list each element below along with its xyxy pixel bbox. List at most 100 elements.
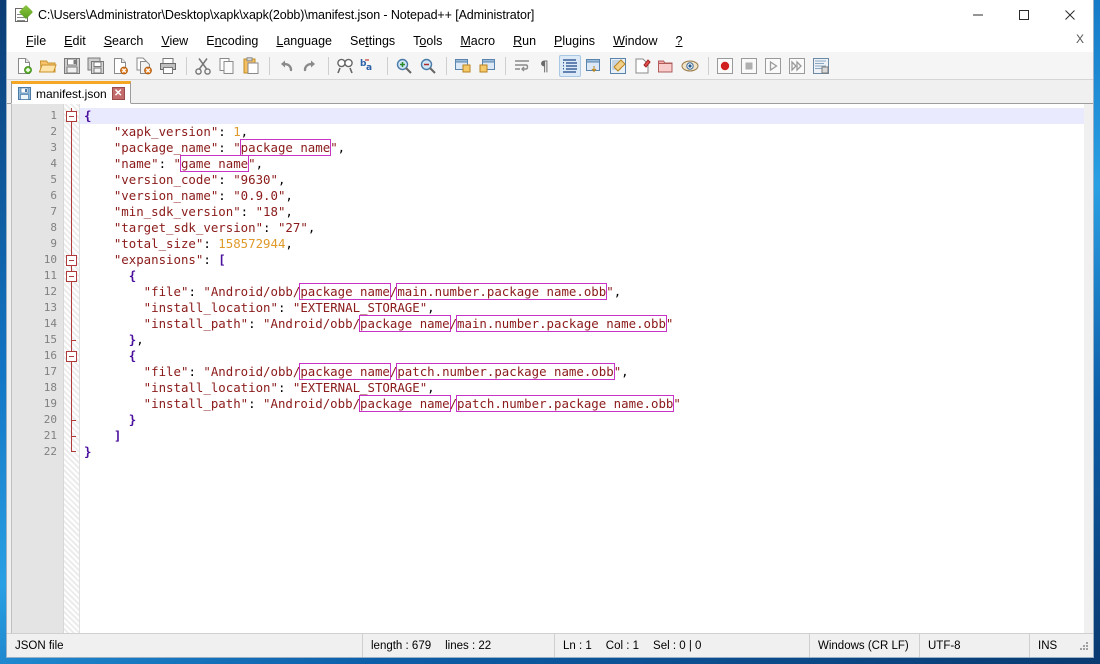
fold-marker-row[interactable] — [64, 348, 79, 364]
code-line[interactable]: } — [80, 444, 1088, 460]
code-line[interactable]: }, — [80, 332, 1088, 348]
close-document-button[interactable]: X — [1076, 32, 1084, 46]
resize-grip[interactable] — [1078, 640, 1090, 652]
toolbar-undo-icon[interactable] — [275, 55, 297, 77]
menu-search[interactable]: Search — [95, 32, 153, 50]
menu-language[interactable]: Language — [267, 32, 341, 50]
toolbar-paste-icon[interactable] — [240, 55, 262, 77]
code-line[interactable]: } — [80, 412, 1088, 428]
code-line[interactable]: { — [80, 348, 1088, 364]
menu-file[interactable]: File — [17, 32, 55, 50]
toolbar-word-wrap-icon[interactable] — [511, 55, 533, 77]
code-line[interactable]: "expansions": [ — [80, 252, 1088, 268]
status-eol-format[interactable]: Windows (CR LF) — [810, 634, 920, 658]
toolbar-ui-user-defined-dialog-icon[interactable] — [583, 55, 605, 77]
code-line[interactable]: { — [80, 268, 1088, 284]
toolbar-show-all-characters-icon[interactable]: ¶ — [535, 55, 557, 77]
code-token: : — [159, 156, 174, 171]
toolbar-record-macro-icon[interactable] — [714, 55, 736, 77]
highlighted-token: package name — [240, 139, 332, 156]
toolbar-copy-icon[interactable] — [216, 55, 238, 77]
code-token — [84, 428, 114, 443]
fold-marker-row[interactable] — [64, 252, 79, 268]
line-number: 11 — [12, 268, 63, 284]
close-button[interactable] — [1047, 0, 1093, 30]
tab-label: manifest.json — [36, 87, 107, 101]
code-line[interactable]: "min_sdk_version": "18", — [80, 204, 1088, 220]
vertical-scrollbar[interactable] — [1084, 104, 1088, 633]
toolbar-playback-icon[interactable] — [762, 55, 784, 77]
code-token: "0.9.0" — [233, 188, 285, 203]
toolbar-new-file-icon[interactable] — [13, 55, 35, 77]
toolbar-show-function-list-icon[interactable] — [631, 55, 653, 77]
status-insert-mode[interactable]: INS — [1030, 634, 1078, 658]
toolbar-run-macro-multiple-times-icon[interactable] — [786, 55, 808, 77]
tab-manifest-json[interactable]: manifest.json ✕ — [11, 81, 131, 104]
menu-help[interactable]: ? — [667, 32, 692, 50]
toolbar-show-folder-as-workspace-icon[interactable] — [655, 55, 677, 77]
maximize-button[interactable] — [1001, 0, 1047, 30]
code-token: : — [248, 396, 263, 411]
code-token: : — [278, 300, 293, 315]
fold-collapse-icon[interactable] — [66, 111, 77, 122]
toolbar-print-icon[interactable] — [157, 55, 179, 77]
code-line[interactable]: "install_location": "EXTERNAL_STORAGE", — [80, 300, 1088, 316]
code-line[interactable]: "file": "Android/obb/package name/patch.… — [80, 364, 1088, 380]
menu-run[interactable]: Run — [504, 32, 545, 50]
toolbar-replace-icon[interactable]: ba — [358, 55, 380, 77]
status-encoding[interactable]: UTF-8 — [920, 634, 1030, 658]
toolbar-sync-horizontal-scroll-icon[interactable] — [476, 55, 498, 77]
code-line[interactable]: "version_code": "9630", — [80, 172, 1088, 188]
toolbar-save-all-icon[interactable] — [85, 55, 107, 77]
menu-settings[interactable]: Settings — [341, 32, 404, 50]
fold-marker-row[interactable] — [64, 268, 79, 284]
code-line[interactable]: "name": "game name", — [80, 156, 1088, 172]
toolbar-open-file-icon[interactable] — [37, 55, 59, 77]
toolbar-close-all-files-icon[interactable] — [133, 55, 155, 77]
toolbar-save-current-macro-icon[interactable] — [810, 55, 832, 77]
code-line[interactable]: "package_name": "package name", — [80, 140, 1088, 156]
toolbar-monitoring-icon[interactable] — [679, 55, 701, 77]
fold-marker-row[interactable] — [64, 108, 79, 124]
toolbar-close-file-icon[interactable] — [109, 55, 131, 77]
toolbar-zoom-in-icon[interactable] — [393, 55, 415, 77]
menu-plugins[interactable]: Plugins — [545, 32, 604, 50]
code-content[interactable]: { "xapk_version": 1, "package_name": "pa… — [80, 104, 1088, 633]
toolbar-show-document-map-icon[interactable] — [607, 55, 629, 77]
code-line[interactable]: "target_sdk_version": "27", — [80, 220, 1088, 236]
fold-marker-row — [64, 156, 79, 172]
code-line[interactable]: "total_size": 158572944, — [80, 236, 1088, 252]
line-number: 2 — [12, 124, 63, 140]
fold-collapse-icon[interactable] — [66, 271, 77, 282]
toolbar-stop-recording-icon[interactable] — [738, 55, 760, 77]
code-line[interactable]: ] — [80, 428, 1088, 444]
toolbar-zoom-out-icon[interactable] — [417, 55, 439, 77]
code-line[interactable]: "install_path": "Android/obb/package nam… — [80, 396, 1088, 412]
code-line[interactable]: "install_path": "Android/obb/package nam… — [80, 316, 1088, 332]
menu-window[interactable]: Window — [604, 32, 666, 50]
code-line[interactable]: "xapk_version": 1, — [80, 124, 1088, 140]
toolbar-indent-guide-icon[interactable] — [559, 55, 581, 77]
code-line[interactable]: "file": "Android/obb/package name/main.n… — [80, 284, 1088, 300]
toolbar-cut-icon[interactable] — [192, 55, 214, 77]
fold-margin[interactable] — [64, 104, 80, 633]
menu-encoding[interactable]: Encoding — [197, 32, 267, 50]
code-line[interactable]: { — [80, 108, 1088, 124]
toolbar-sync-vertical-scroll-icon[interactable] — [452, 55, 474, 77]
tab-close-icon[interactable]: ✕ — [112, 87, 125, 100]
fold-collapse-icon[interactable] — [66, 255, 77, 266]
editor-area[interactable]: 12345678910111213141516171819202122 { "x… — [11, 104, 1088, 633]
code-line[interactable]: "version_name": "0.9.0", — [80, 188, 1088, 204]
code-token: "EXTERNAL_STORAGE" — [293, 300, 427, 315]
code-line[interactable]: "install_location": "EXTERNAL_STORAGE", — [80, 380, 1088, 396]
toolbar-save-icon[interactable] — [61, 55, 83, 77]
menu-macro[interactable]: Macro — [451, 32, 504, 50]
minimize-button[interactable] — [955, 0, 1001, 30]
toolbar-find-icon[interactable] — [334, 55, 356, 77]
code-token: , — [285, 236, 292, 251]
menu-view[interactable]: View — [152, 32, 197, 50]
toolbar-redo-icon[interactable] — [299, 55, 321, 77]
menu-tools[interactable]: Tools — [404, 32, 451, 50]
fold-collapse-icon[interactable] — [66, 351, 77, 362]
menu-edit[interactable]: Edit — [55, 32, 95, 50]
